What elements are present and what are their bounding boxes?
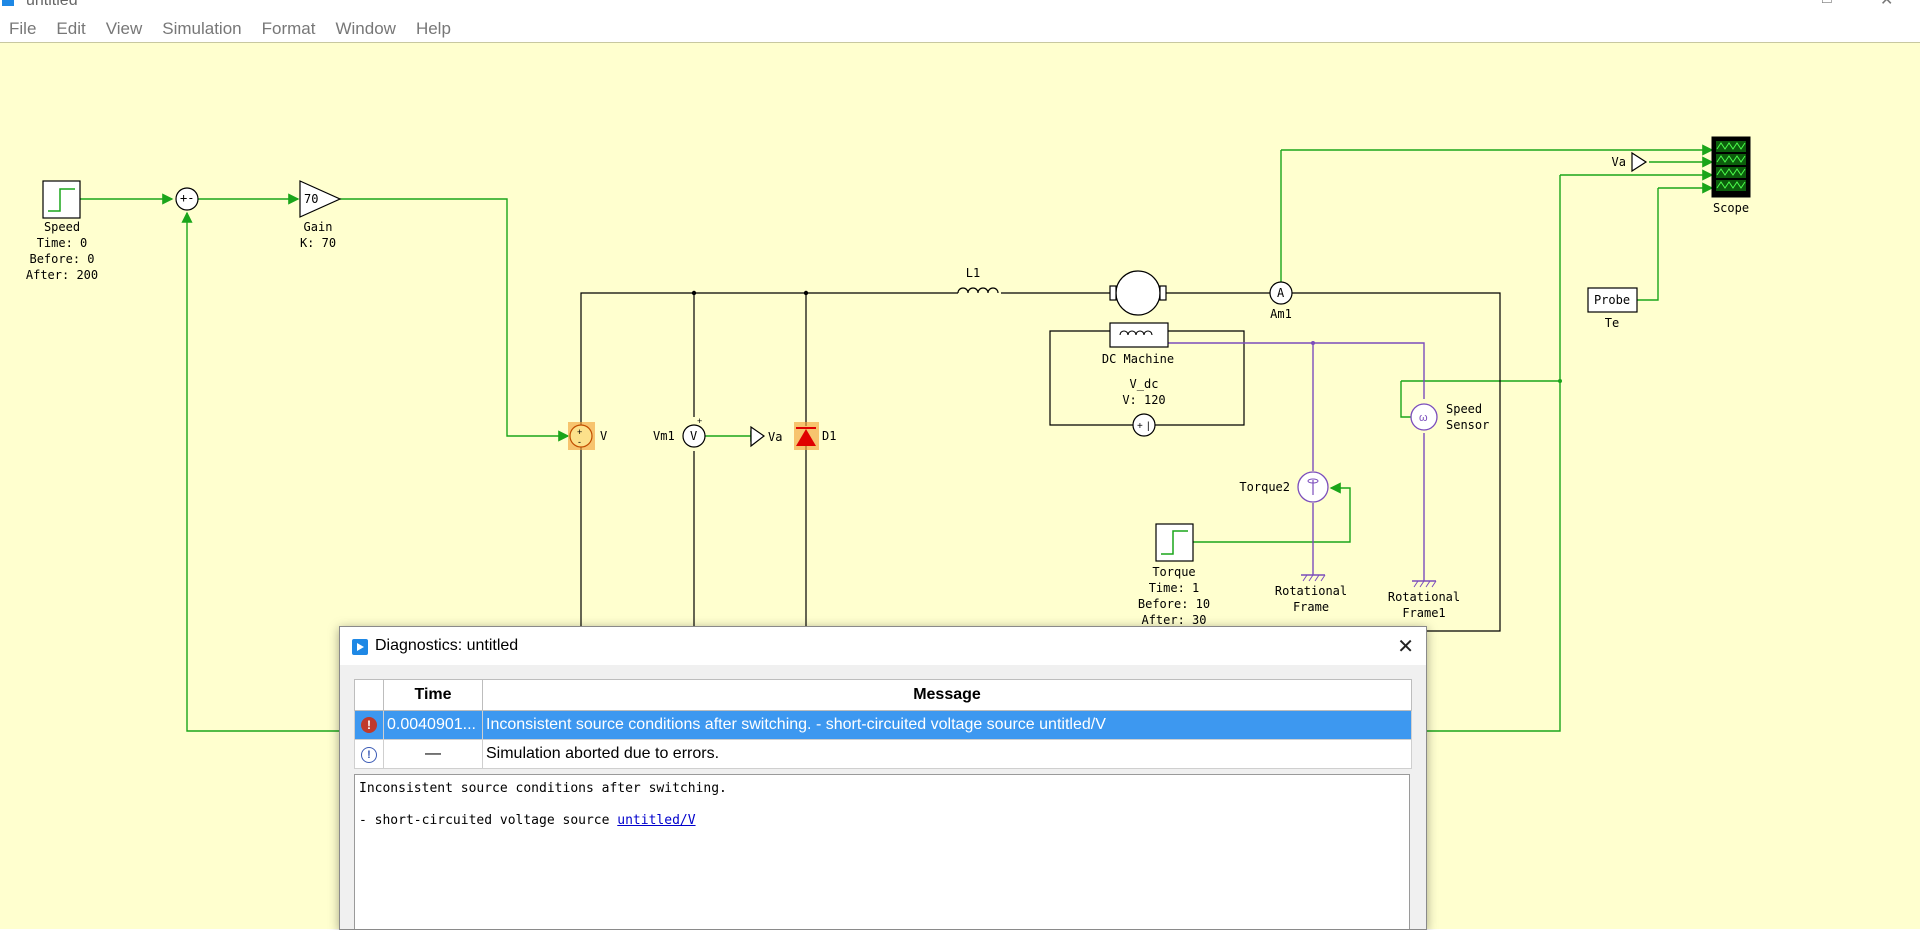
component-link[interactable]: untitled/V	[617, 813, 695, 828]
inductor-label: L1	[966, 266, 980, 280]
detail-line-2: - short-circuited voltage source untitle…	[359, 813, 1405, 828]
voltage-source-label: V	[600, 429, 607, 443]
diagnostics-table: Time Message ! 0.0040901... Inconsistent…	[354, 679, 1412, 769]
rot-frame1-line2: Frame1	[1402, 606, 1445, 620]
gain-block[interactable]: 70 Gain K: 70	[299, 180, 342, 250]
menu-edit[interactable]: Edit	[47, 17, 96, 41]
maximize-icon[interactable]: □	[1822, 0, 1832, 8]
time-column-header[interactable]: Time	[383, 679, 483, 711]
menu-window[interactable]: Window	[326, 17, 406, 41]
row-time: 0.0040901...	[383, 710, 483, 740]
torque-step-time: Time: 1	[1149, 581, 1200, 595]
app-icon	[2, 0, 14, 6]
goto-va-label: Va	[768, 430, 782, 444]
ammeter-symbol: A	[1277, 286, 1285, 300]
title-bar: untitled * — □ ✕	[0, 0, 1920, 8]
power-wires	[580, 290, 1501, 632]
sum-block[interactable]: +-	[175, 187, 199, 211]
diode-d1[interactable]: D1	[794, 422, 836, 450]
dc-voltage-source[interactable]: + | V_dc V: 120	[1122, 377, 1166, 437]
speed-sensor-line2: Sensor	[1446, 418, 1489, 432]
sum-signs: +-	[180, 191, 194, 205]
voltmeter-symbol: V	[690, 429, 697, 443]
probe-block[interactable]: Probe Te	[1587, 287, 1638, 330]
table-row[interactable]: ! — Simulation aborted due to errors.	[354, 739, 1412, 769]
vdc-name: V_dc	[1130, 377, 1159, 391]
gain-value: 70	[304, 192, 318, 206]
menu-simulation[interactable]: Simulation	[153, 17, 252, 41]
speed-step-block[interactable]: Speed Time: 0 Before: 0 After: 200	[26, 180, 98, 282]
diagnostics-dialog: Diagnostics: untitled ✕ Time Message ! 0…	[339, 626, 1427, 930]
goto-va-tag[interactable]: Va	[750, 425, 782, 448]
torque-step-before: Before: 10	[1138, 597, 1210, 611]
rot-frame-line1: Rotational	[1275, 584, 1347, 598]
info-icon: !	[361, 747, 377, 763]
error-icon: !	[361, 717, 377, 733]
dialog-close-icon[interactable]: ✕	[1397, 634, 1414, 659]
svg-text:+: +	[577, 427, 582, 437]
scope-label: Scope	[1713, 201, 1749, 215]
diode-label: D1	[822, 429, 836, 443]
svg-text:+: +	[697, 416, 702, 426]
ammeter-name: Am1	[1270, 307, 1292, 321]
close-window-icon[interactable]: ✕	[1880, 0, 1893, 8]
menu-view[interactable]: View	[97, 17, 154, 41]
minimize-icon[interactable]: —	[1764, 0, 1780, 8]
ammeter-am1[interactable]: A Am1	[1269, 281, 1293, 321]
row-time: —	[383, 739, 483, 769]
vdc-param: V: 120	[1122, 393, 1165, 407]
rot-frame-line2: Frame	[1293, 600, 1329, 614]
table-row[interactable]: ! 0.0040901... Inconsistent source condi…	[354, 710, 1412, 740]
svg-text:ω: ω	[1419, 412, 1428, 424]
from-va-tag[interactable]: Va	[1612, 151, 1648, 173]
probe-label: Probe	[1594, 293, 1630, 307]
dc-machine[interactable]: DC Machine	[1102, 270, 1174, 366]
speed-step-before: Before: 0	[29, 252, 94, 266]
gain-param: K: 70	[300, 236, 336, 250]
voltmeter-vm1[interactable]: V + Vm1	[653, 416, 706, 448]
svg-text:-: -	[578, 437, 581, 447]
window-title: untitled *	[26, 0, 88, 8]
speed-step-after: After: 200	[26, 268, 98, 282]
svg-text:|: |	[1147, 421, 1150, 432]
rotational-frame[interactable]: Rotational Frame	[1275, 574, 1347, 614]
diagnostic-detail-pane: Inconsistent source conditions after swi…	[354, 774, 1410, 929]
menu-format[interactable]: Format	[253, 17, 327, 41]
row-message: Inconsistent source conditions after swi…	[482, 710, 1412, 740]
inductor-l1[interactable]: L1	[957, 266, 999, 294]
svg-text:+: +	[1137, 421, 1143, 432]
speed-step-name: Speed	[44, 220, 80, 234]
speed-sensor-line1: Speed	[1446, 402, 1482, 416]
dialog-app-icon	[352, 639, 368, 655]
row-message: Simulation aborted due to errors.	[482, 739, 1412, 769]
speed-step-time: Time: 0	[37, 236, 88, 250]
scope-block[interactable]: Scope	[1711, 136, 1751, 215]
rotational-frame1[interactable]: Rotational Frame1	[1388, 580, 1460, 620]
torque-step-after: After: 30	[1141, 613, 1206, 627]
info-icon-cell: !	[354, 739, 384, 769]
dialog-title-bar: Diagnostics: untitled ✕	[340, 627, 1426, 665]
voltage-source-v[interactable]: + - V	[568, 422, 607, 450]
dc-machine-label: DC Machine	[1102, 352, 1174, 366]
menu-bar: File Edit View Simulation Format Window …	[0, 17, 462, 41]
torque-step-name: Torque	[1152, 565, 1195, 579]
torque-source-label: Torque2	[1239, 480, 1290, 494]
error-icon-cell: !	[354, 710, 384, 740]
speed-sensor[interactable]: ω Speed Sensor	[1410, 402, 1489, 432]
probe-name: Te	[1605, 316, 1619, 330]
message-column-header[interactable]: Message	[482, 679, 1412, 711]
from-va-label: Va	[1612, 155, 1626, 169]
dialog-title: Diagnostics: untitled	[375, 637, 519, 654]
voltmeter-name: Vm1	[653, 429, 675, 443]
detail-prefix: - short-circuited voltage source	[359, 813, 618, 828]
detail-line-1: Inconsistent source conditions after swi…	[359, 781, 727, 796]
menu-help[interactable]: Help	[407, 17, 462, 41]
icon-column-header	[354, 679, 384, 711]
rot-frame1-line1: Rotational	[1388, 590, 1460, 604]
torque-step-block[interactable]: Torque Time: 1 Before: 10 After: 30	[1138, 523, 1210, 627]
gain-name: Gain	[304, 220, 333, 234]
torque-source[interactable]: Torque2	[1239, 471, 1329, 503]
menu-file[interactable]: File	[0, 17, 47, 41]
